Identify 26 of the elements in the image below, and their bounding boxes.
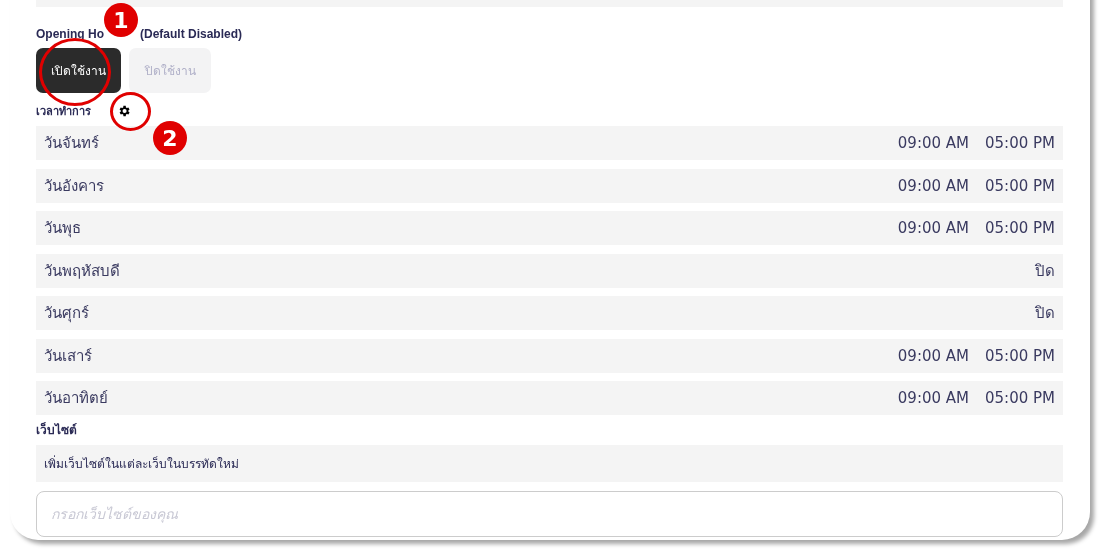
section-title: (Default Disabled) — [140, 27, 242, 41]
open-time: 09:00 AM — [897, 134, 969, 152]
close-time: 05:00 PM — [985, 219, 1055, 237]
open-time: 09:00 AM — [897, 176, 969, 195]
day-name: วันพุธ — [44, 218, 81, 240]
toggle-button[interactable]: เปิดใช้งาน — [36, 48, 121, 93]
close-time: 05:00 PM — [985, 134, 1055, 152]
hint-text: เพิ่มเว็บไซต์ในแต่ละเว็บในบรรทัดใหม่ — [36, 445, 1063, 482]
day-name: วันจันทร์ — [44, 133, 99, 154]
day-name: วันอังคาร — [44, 175, 104, 197]
day-name: วันอาทิตย์ — [44, 388, 108, 409]
section-label: เว็บไซต์ — [36, 421, 78, 438]
day-name: วันศุกร์ — [44, 303, 89, 325]
closed-status: ปิด — [1035, 260, 1055, 282]
section-title: Opening Ho — [36, 27, 104, 41]
settings-icon[interactable] — [117, 104, 131, 118]
close-time: 05:00 PM — [985, 346, 1055, 365]
day-name: วันเสาร์ — [44, 345, 92, 367]
section-label: เวลาทำการ — [36, 104, 91, 120]
open-time: 09:00 AM — [897, 219, 969, 237]
closed-status: ปิด — [1035, 303, 1055, 324]
day-name: วันพฤหัสบดี — [44, 260, 120, 282]
open-time: 09:00 AM — [897, 346, 969, 365]
open-time: 09:00 AM — [897, 389, 969, 407]
close-time: 05:00 PM — [985, 176, 1055, 195]
close-time: 05:00 PM — [985, 389, 1055, 407]
